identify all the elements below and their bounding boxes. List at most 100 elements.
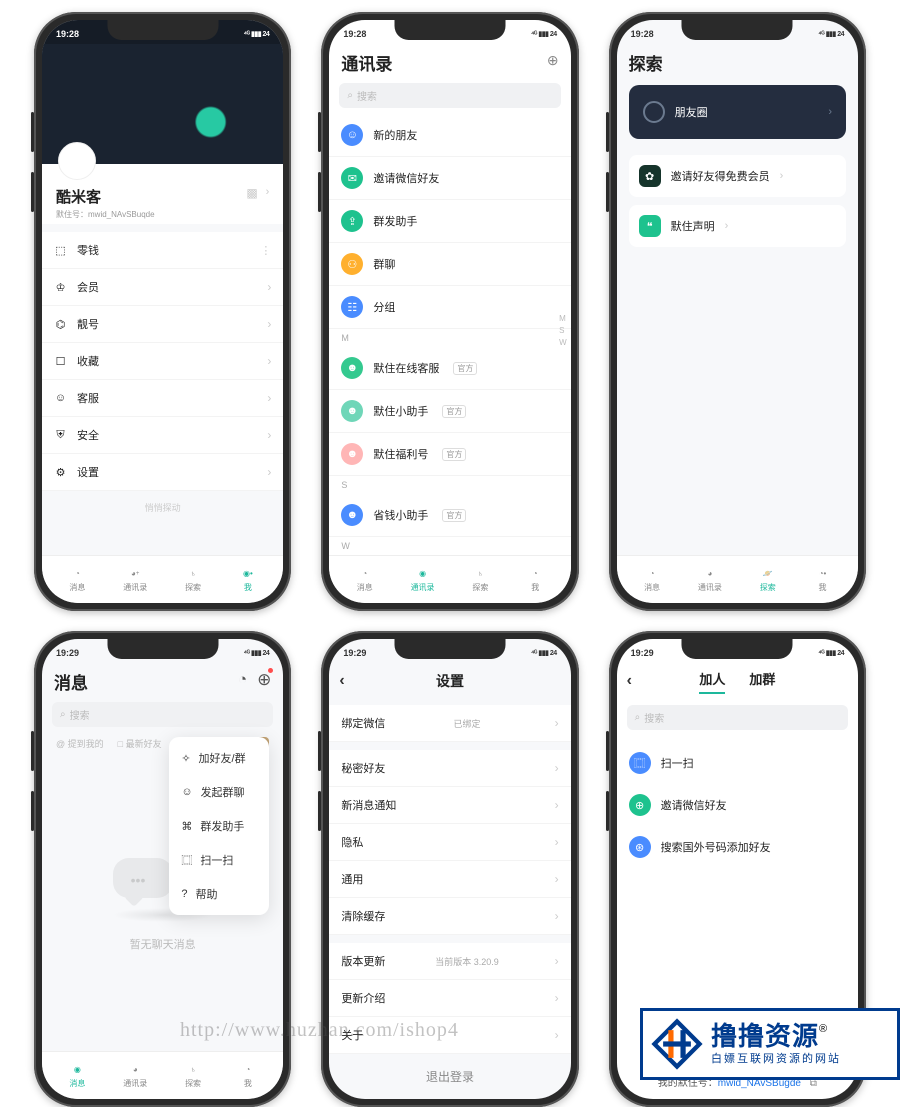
list-item[interactable]: ☻默住在线客服官方: [329, 347, 570, 390]
qrcode-icon[interactable]: ▩: [246, 186, 257, 200]
menu-vip[interactable]: ♔会员›: [42, 269, 283, 306]
tab-contacts[interactable]: ◉通讯录: [411, 567, 435, 593]
alpha-index[interactable]: MSW: [559, 314, 567, 347]
page-title: 探索: [617, 44, 858, 77]
globe-icon: ⊛: [629, 836, 651, 858]
invite-row[interactable]: ✿ 邀请好友得免费会员›: [629, 155, 846, 197]
tab-add-group[interactable]: 加群: [749, 669, 775, 694]
avatar[interactable]: [58, 142, 96, 180]
avatar-icon: ☻: [341, 357, 363, 379]
section-S: S: [329, 476, 570, 494]
gift-icon: ✿: [639, 165, 661, 187]
search-icon: ⌕: [347, 90, 353, 101]
group-icon: ⚇: [341, 253, 363, 275]
logout-button[interactable]: 退出登录: [329, 1054, 570, 1099]
contact-groups[interactable]: ☷分组: [329, 286, 570, 329]
profile-id: 默住号：mwid_NAvSBuqde: [56, 209, 246, 220]
popup-scan[interactable]: ⿴扫一扫: [169, 843, 269, 877]
contact-group-chat[interactable]: ⚇群聊: [329, 243, 570, 286]
tab-add-person[interactable]: 加人: [699, 669, 725, 694]
plus-popup: ✧加好友/群 ☺发起群聊 ⌘群发助手 ⿴扫一扫 ?帮助: [169, 737, 269, 915]
tab-contacts[interactable]: ◕+通讯录: [123, 567, 147, 593]
menu-settings[interactable]: ⚙设置›: [42, 454, 283, 491]
sparkle-icon: ✧: [181, 752, 190, 765]
menu-number[interactable]: ⌬靓号›: [42, 306, 283, 343]
help-icon: ?: [181, 888, 187, 900]
list-item[interactable]: ☻省钱小助手官方: [329, 494, 570, 537]
add-contact-icon[interactable]: ⊕: [547, 52, 559, 69]
setting-general[interactable]: 通用›: [329, 861, 570, 898]
contact-invite-wechat[interactable]: ✉邀请微信好友: [329, 157, 570, 200]
contact-new-friends[interactable]: ☺新的朋友: [329, 114, 570, 157]
tab-discover[interactable]: 🪐探索: [759, 567, 777, 593]
tab-discover[interactable]: ♄探索: [184, 1063, 202, 1089]
search-input[interactable]: ⌕搜索: [339, 83, 560, 108]
status-time: 19:28: [56, 29, 79, 39]
chevron-right-icon[interactable]: ›: [266, 186, 270, 198]
status-signal: ⁴ᴳ ▮▮▮ 24: [244, 30, 270, 38]
list-item[interactable]: ☻默住福利号官方: [329, 433, 570, 476]
user-icon: ☺: [341, 124, 363, 146]
moments-card[interactable]: 朋友圈 ›: [629, 85, 846, 139]
section-M: M: [329, 329, 570, 347]
tab-me[interactable]: ◔我: [239, 1063, 257, 1089]
avatar-icon: ☻: [341, 400, 363, 422]
folder-icon: ☷: [341, 296, 363, 318]
menu-support[interactable]: ☺客服›: [42, 380, 283, 417]
setting-privacy[interactable]: 隐私›: [329, 824, 570, 861]
tab-me[interactable]: ◔•我: [814, 567, 832, 593]
popup-add-friend[interactable]: ✧加好友/群: [169, 741, 269, 775]
list-item[interactable]: ☻默住小助手官方: [329, 390, 570, 433]
support-icon: ☺: [54, 392, 67, 404]
shield-icon: ⛨: [54, 429, 67, 442]
search-input[interactable]: ⌕搜索: [627, 705, 848, 730]
tab-messages[interactable]: ◉消息: [68, 1063, 86, 1089]
tab-discover[interactable]: ♄探索: [184, 567, 202, 593]
tab-messages[interactable]: ◔消息: [356, 567, 374, 593]
tab-contacts[interactable]: ◕通讯录: [698, 567, 722, 593]
tab-messages[interactable]: ◔消息: [68, 567, 86, 593]
menu-wallet[interactable]: ⬚零钱⋮: [42, 232, 283, 269]
smile-icon: ☺: [181, 786, 192, 798]
setting-secret-friends[interactable]: 秘密好友›: [329, 750, 570, 787]
setting-changelog[interactable]: 更新介绍›: [329, 980, 570, 1017]
phone-profile: 19:28 ⁴ᴳ ▮▮▮ 24 酷米客 默住号：mwid_NAvSBuqde ▩…: [34, 12, 291, 611]
doc-icon: ❝: [639, 215, 661, 237]
tab-messages[interactable]: ◔消息: [643, 567, 661, 593]
setting-clear-cache[interactable]: 清除缓存›: [329, 898, 570, 935]
popup-help[interactable]: ?帮助: [169, 877, 269, 911]
filter-mentions[interactable]: @ 提到我的: [56, 737, 104, 755]
back-button[interactable]: ‹: [627, 672, 632, 690]
badge-icon: ⌬: [54, 318, 67, 331]
tab-contacts[interactable]: ◕通讯录: [123, 1063, 147, 1089]
moments-icon: [643, 101, 665, 123]
page-title: 通讯录: [341, 44, 547, 77]
setting-version[interactable]: 版本更新当前版本 3.20.9›: [329, 943, 570, 980]
filter-latest[interactable]: □ 最新好友: [118, 737, 162, 755]
add-scan[interactable]: ⿴扫一扫: [617, 742, 858, 784]
page-title: 设置: [436, 671, 464, 691]
tab-discover[interactable]: ♄探索: [471, 567, 489, 593]
popup-mass-send[interactable]: ⌘群发助手: [169, 809, 269, 843]
tab-me[interactable]: ◔我: [526, 567, 544, 593]
notch: [107, 20, 218, 40]
empty-text: 暂无聊天消息: [130, 936, 196, 952]
statement-row[interactable]: ❝ 默住声明›: [629, 205, 846, 247]
back-button[interactable]: ‹: [339, 672, 344, 690]
add-invite-wechat[interactable]: ⊕邀请微信好友: [617, 784, 858, 826]
broadcast-icon: ⇪: [341, 210, 363, 232]
popup-start-group[interactable]: ☺发起群聊: [169, 775, 269, 809]
menu-security[interactable]: ⛨安全›: [42, 417, 283, 454]
setting-bind-wechat[interactable]: 绑定微信已绑定›: [329, 705, 570, 742]
search-input[interactable]: ⌕搜索: [52, 702, 273, 727]
profile-name: 酷米客: [56, 186, 246, 207]
menu-fav[interactable]: ☐收藏›: [42, 343, 283, 380]
chat-add-icon[interactable]: ◔: [238, 671, 247, 688]
watermark-text: http://www.huzhan.com/ishop4: [180, 1019, 459, 1042]
plus-icon[interactable]: ⊕: [257, 670, 271, 690]
contact-mass-send[interactable]: ⇪群发助手: [329, 200, 570, 243]
add-search-intl[interactable]: ⊛搜索国外号码添加好友: [617, 826, 858, 868]
tab-me[interactable]: ◉•我: [239, 567, 257, 593]
setting-notifications[interactable]: 新消息通知›: [329, 787, 570, 824]
section-W: W: [329, 537, 570, 555]
